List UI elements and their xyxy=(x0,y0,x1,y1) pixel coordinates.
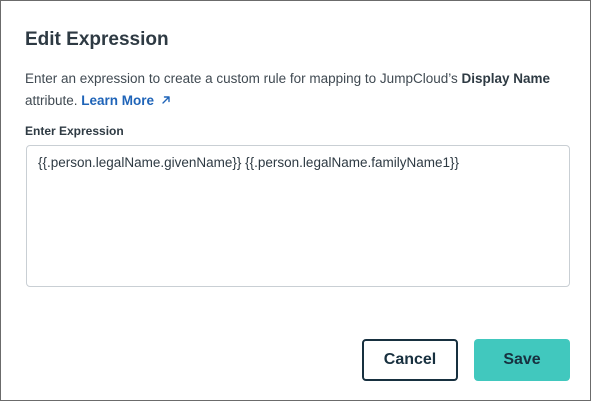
save-button[interactable]: Save xyxy=(474,339,570,381)
save-button-label: Save xyxy=(503,351,541,368)
cancel-button-label: Cancel xyxy=(383,351,437,368)
description-bold-attribute: Display Name xyxy=(461,71,551,86)
dialog-title: Edit Expression xyxy=(25,29,169,50)
learn-more-label: Learn More xyxy=(81,93,155,108)
cancel-button[interactable]: Cancel xyxy=(362,339,458,381)
learn-more-link[interactable]: Learn More xyxy=(81,93,172,108)
expression-field-label: Enter Expression xyxy=(25,124,124,138)
description-suffix: attribute. xyxy=(25,93,82,108)
expression-textarea[interactable]: {{.person.legalName.givenName}} {{.perso… xyxy=(26,145,570,287)
external-arrow-icon xyxy=(160,91,172,104)
edit-expression-dialog: Edit Expression Enter an expression to c… xyxy=(0,0,591,401)
description-prefix: Enter an expression to create a custom r… xyxy=(25,71,462,86)
dialog-description: Enter an expression to create a custom r… xyxy=(25,68,575,112)
